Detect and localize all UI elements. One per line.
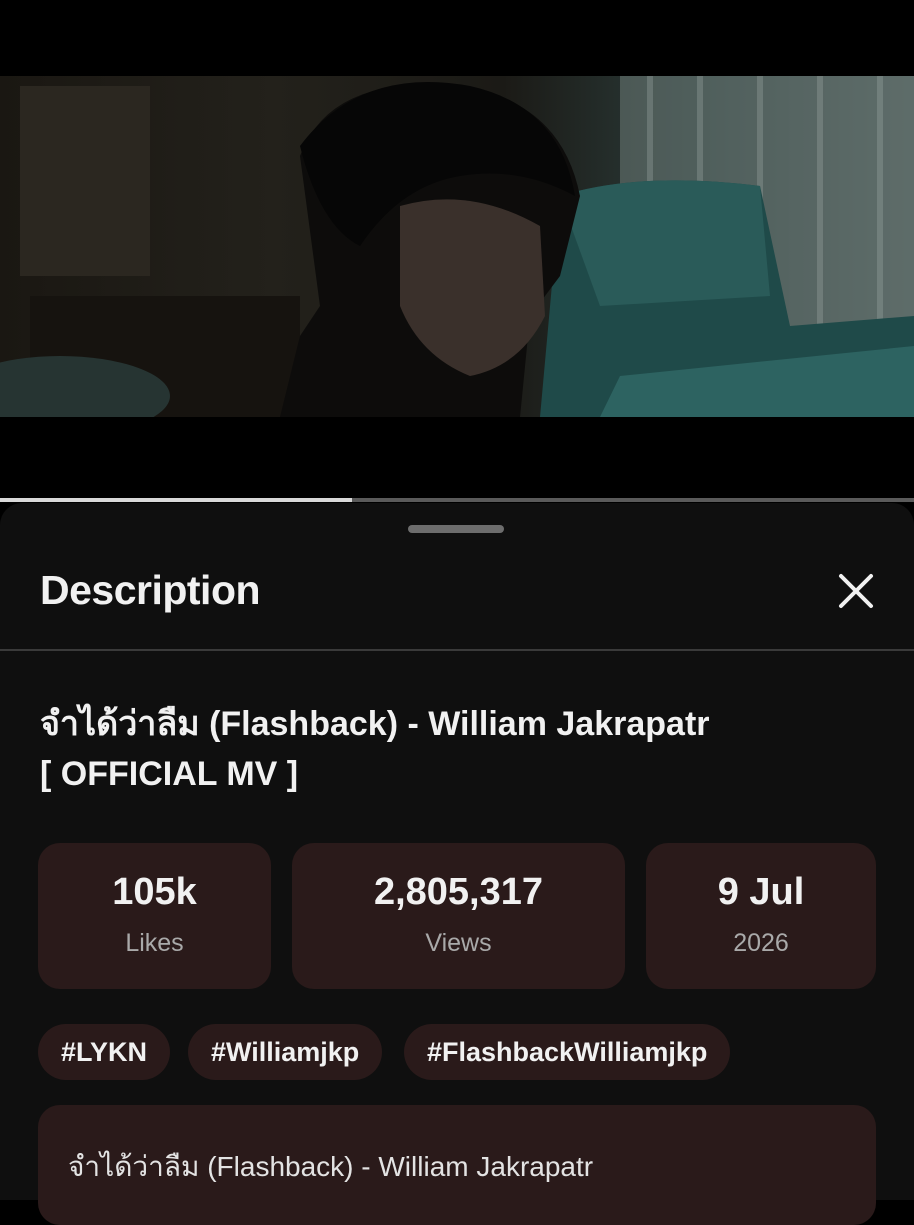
video-title: จำได้ว่าลืม (Flashback) - William Jakrap… — [40, 699, 880, 799]
hashtag-chip-williamjkp[interactable]: #Williamjkp — [188, 1024, 383, 1080]
video-title-line2: [ OFFICIAL MV ] — [40, 755, 299, 793]
status-area — [0, 0, 914, 76]
publish-date: 9 Jul — [717, 871, 805, 913]
video-frame — [0, 76, 914, 417]
views-count: 2,805,317 — [373, 871, 544, 913]
likes-count: 105k — [112, 871, 197, 913]
close-icon — [839, 574, 873, 608]
video-player[interactable] — [0, 76, 914, 417]
hashtag-chip-lykn[interactable]: #LYKN — [38, 1024, 171, 1080]
progress-bar[interactable] — [0, 498, 914, 502]
views-stat: 2,805,317 Views — [292, 843, 625, 989]
description-text: จำได้ว่าลืม (Flashback) - William Jakrap… — [68, 1151, 594, 1182]
divider — [0, 649, 914, 651]
progress-fill — [0, 498, 352, 502]
close-button[interactable] — [830, 565, 882, 617]
sheet-title: Description — [40, 567, 261, 613]
video-title-line1: จำได้ว่าลืม (Flashback) - William Jakrap… — [40, 705, 710, 743]
hashtag-chip-flashbackwilliamjkp[interactable]: #FlashbackWilliamjkp — [404, 1024, 731, 1080]
description-sheet: Description จำได้ว่าลืม (Flashback) - Wi… — [0, 503, 914, 1225]
likes-stat: 105k Likes — [38, 843, 271, 989]
player-letterbox — [0, 417, 914, 499]
views-label: Views — [425, 929, 492, 957]
description-box[interactable]: จำได้ว่าลืม (Flashback) - William Jakrap… — [38, 1105, 876, 1225]
publish-year: 2026 — [733, 929, 789, 957]
likes-label: Likes — [125, 929, 184, 957]
date-stat: 9 Jul 2026 — [646, 843, 876, 989]
drag-handle[interactable] — [408, 525, 504, 533]
